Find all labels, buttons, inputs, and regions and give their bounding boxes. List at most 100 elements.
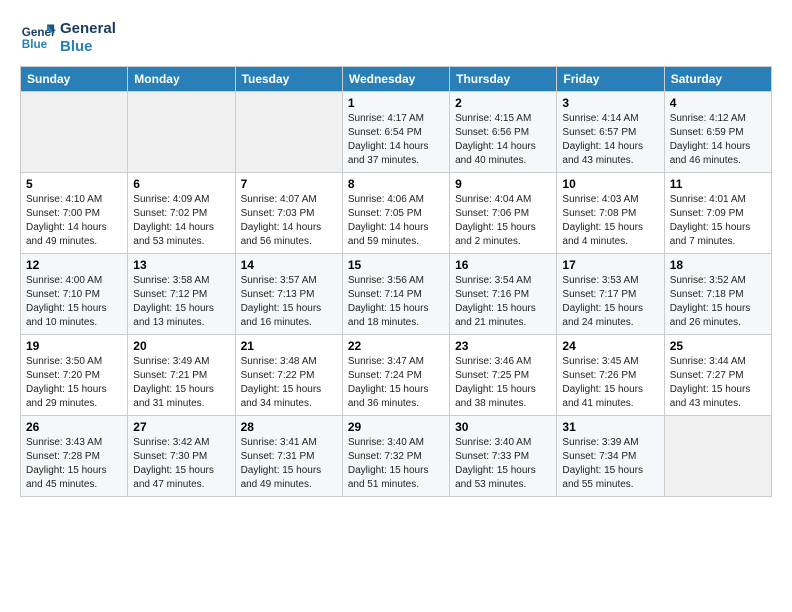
day-info: Sunrise: 3:42 AM Sunset: 7:30 PM Dayligh… xyxy=(133,436,229,492)
day-number: 24 xyxy=(562,339,658,353)
day-number: 27 xyxy=(133,420,229,434)
day-info: Sunrise: 4:03 AM Sunset: 7:08 PM Dayligh… xyxy=(562,193,658,249)
calendar-cell: 9Sunrise: 4:04 AM Sunset: 7:06 PM Daylig… xyxy=(450,173,557,254)
day-number: 8 xyxy=(348,177,444,191)
day-number: 26 xyxy=(26,420,122,434)
day-number: 25 xyxy=(670,339,766,353)
calendar-cell xyxy=(128,92,235,173)
day-number: 4 xyxy=(670,96,766,110)
day-info: Sunrise: 4:17 AM Sunset: 6:54 PM Dayligh… xyxy=(348,112,444,168)
day-info: Sunrise: 3:45 AM Sunset: 7:26 PM Dayligh… xyxy=(562,355,658,411)
day-info: Sunrise: 4:00 AM Sunset: 7:10 PM Dayligh… xyxy=(26,274,122,330)
day-info: Sunrise: 3:54 AM Sunset: 7:16 PM Dayligh… xyxy=(455,274,551,330)
day-number: 12 xyxy=(26,258,122,272)
logo-text-blue: Blue xyxy=(60,38,116,56)
day-info: Sunrise: 3:56 AM Sunset: 7:14 PM Dayligh… xyxy=(348,274,444,330)
day-number: 20 xyxy=(133,339,229,353)
day-number: 15 xyxy=(348,258,444,272)
day-number: 14 xyxy=(241,258,337,272)
day-info: Sunrise: 4:15 AM Sunset: 6:56 PM Dayligh… xyxy=(455,112,551,168)
calendar-cell: 6 Sunrise: 4:09 AM Sunset: 7:02 PM Daylig… xyxy=(128,173,235,254)
day-info: Sunrise: 4:06 AM Sunset: 7:05 PM Dayligh… xyxy=(348,193,444,249)
weekday-thursday: Thursday xyxy=(450,67,557,92)
calendar-cell: 29Sunrise: 3:40 AM Sunset: 7:32 PM Dayli… xyxy=(342,416,449,497)
day-number: 16 xyxy=(455,258,551,272)
day-number: 6 xyxy=(133,177,229,191)
day-info: Sunrise: 4:14 AM Sunset: 6:57 PM Dayligh… xyxy=(562,112,658,168)
logo-icon: General Blue xyxy=(20,20,56,56)
logo-text-general: General xyxy=(60,20,116,38)
calendar-cell: 5 Sunrise: 4:10 AM Sunset: 7:00 PM Daylig… xyxy=(21,173,128,254)
calendar-cell: 7Sunrise: 4:07 AM Sunset: 7:03 PM Daylig… xyxy=(235,173,342,254)
day-number: 22 xyxy=(348,339,444,353)
calendar-cell: 20 Sunrise: 3:49 AM Sunset: 7:21 PM Dayli… xyxy=(128,335,235,416)
day-number: 17 xyxy=(562,258,658,272)
logo: General Blue General Blue xyxy=(20,20,116,56)
day-number: 10 xyxy=(562,177,658,191)
day-info: Sunrise: 3:40 AM Sunset: 7:33 PM Dayligh… xyxy=(455,436,551,492)
day-info: Sunrise: 3:44 AM Sunset: 7:27 PM Dayligh… xyxy=(670,355,766,411)
page-header: General Blue General Blue xyxy=(20,20,772,56)
calendar-cell: 14 Sunrise: 3:57 AM Sunset: 7:13 PM Dayli… xyxy=(235,254,342,335)
calendar-cell: 21 Sunrise: 3:48 AM Sunset: 7:22 PM Dayli… xyxy=(235,335,342,416)
calendar-cell: 10 Sunrise: 4:03 AM Sunset: 7:08 PM Dayli… xyxy=(557,173,664,254)
calendar-week-2: 5 Sunrise: 4:10 AM Sunset: 7:00 PM Daylig… xyxy=(21,173,772,254)
svg-text:Blue: Blue xyxy=(22,38,48,51)
day-number: 5 xyxy=(26,177,122,191)
calendar-cell: 22 Sunrise: 3:47 AM Sunset: 7:24 PM Dayli… xyxy=(342,335,449,416)
calendar-week-1: 1 Sunrise: 4:17 AM Sunset: 6:54 PM Daylig… xyxy=(21,92,772,173)
calendar-week-3: 12 Sunrise: 4:00 AM Sunset: 7:10 PM Dayli… xyxy=(21,254,772,335)
day-info: Sunrise: 4:10 AM Sunset: 7:00 PM Dayligh… xyxy=(26,193,122,249)
calendar-cell: 28Sunrise: 3:41 AM Sunset: 7:31 PM Dayli… xyxy=(235,416,342,497)
day-info: Sunrise: 3:47 AM Sunset: 7:24 PM Dayligh… xyxy=(348,355,444,411)
day-number: 18 xyxy=(670,258,766,272)
calendar-cell: 27 Sunrise: 3:42 AM Sunset: 7:30 PM Dayli… xyxy=(128,416,235,497)
calendar-cell xyxy=(235,92,342,173)
calendar-body: 1 Sunrise: 4:17 AM Sunset: 6:54 PM Daylig… xyxy=(21,92,772,497)
day-number: 21 xyxy=(241,339,337,353)
day-number: 1 xyxy=(348,96,444,110)
day-number: 30 xyxy=(455,420,551,434)
day-number: 13 xyxy=(133,258,229,272)
day-number: 9 xyxy=(455,177,551,191)
day-info: Sunrise: 3:48 AM Sunset: 7:22 PM Dayligh… xyxy=(241,355,337,411)
day-number: 3 xyxy=(562,96,658,110)
day-info: Sunrise: 3:46 AM Sunset: 7:25 PM Dayligh… xyxy=(455,355,551,411)
day-info: Sunrise: 3:43 AM Sunset: 7:28 PM Dayligh… xyxy=(26,436,122,492)
day-number: 31 xyxy=(562,420,658,434)
calendar-cell: 23 Sunrise: 3:46 AM Sunset: 7:25 PM Dayli… xyxy=(450,335,557,416)
day-info: Sunrise: 3:57 AM Sunset: 7:13 PM Dayligh… xyxy=(241,274,337,330)
calendar-cell: 24 Sunrise: 3:45 AM Sunset: 7:26 PM Dayli… xyxy=(557,335,664,416)
day-info: Sunrise: 3:39 AM Sunset: 7:34 PM Dayligh… xyxy=(562,436,658,492)
calendar-cell: 3 Sunrise: 4:14 AM Sunset: 6:57 PM Daylig… xyxy=(557,92,664,173)
calendar-table: SundayMondayTuesdayWednesdayThursdayFrid… xyxy=(20,66,772,497)
day-info: Sunrise: 3:58 AM Sunset: 7:12 PM Dayligh… xyxy=(133,274,229,330)
day-info: Sunrise: 3:40 AM Sunset: 7:32 PM Dayligh… xyxy=(348,436,444,492)
calendar-cell: 17Sunrise: 3:53 AM Sunset: 7:17 PM Dayli… xyxy=(557,254,664,335)
calendar-cell: 15 Sunrise: 3:56 AM Sunset: 7:14 PM Dayli… xyxy=(342,254,449,335)
day-info: Sunrise: 4:09 AM Sunset: 7:02 PM Dayligh… xyxy=(133,193,229,249)
day-number: 2 xyxy=(455,96,551,110)
calendar-cell: 11Sunrise: 4:01 AM Sunset: 7:09 PM Dayli… xyxy=(664,173,771,254)
weekday-tuesday: Tuesday xyxy=(235,67,342,92)
day-number: 19 xyxy=(26,339,122,353)
calendar-cell: 19Sunrise: 3:50 AM Sunset: 7:20 PM Dayli… xyxy=(21,335,128,416)
calendar-week-4: 19Sunrise: 3:50 AM Sunset: 7:20 PM Dayli… xyxy=(21,335,772,416)
calendar-cell: 31 Sunrise: 3:39 AM Sunset: 7:34 PM Dayli… xyxy=(557,416,664,497)
day-number: 23 xyxy=(455,339,551,353)
weekday-friday: Friday xyxy=(557,67,664,92)
weekday-sunday: Sunday xyxy=(21,67,128,92)
weekday-header-row: SundayMondayTuesdayWednesdayThursdayFrid… xyxy=(21,67,772,92)
calendar-cell: 1 Sunrise: 4:17 AM Sunset: 6:54 PM Daylig… xyxy=(342,92,449,173)
calendar-cell: 18 Sunrise: 3:52 AM Sunset: 7:18 PM Dayli… xyxy=(664,254,771,335)
calendar-cell xyxy=(21,92,128,173)
day-info: Sunrise: 3:49 AM Sunset: 7:21 PM Dayligh… xyxy=(133,355,229,411)
calendar-cell: 26 Sunrise: 3:43 AM Sunset: 7:28 PM Dayli… xyxy=(21,416,128,497)
weekday-monday: Monday xyxy=(128,67,235,92)
calendar-week-5: 26 Sunrise: 3:43 AM Sunset: 7:28 PM Dayli… xyxy=(21,416,772,497)
weekday-saturday: Saturday xyxy=(664,67,771,92)
calendar-cell: 13 Sunrise: 3:58 AM Sunset: 7:12 PM Dayli… xyxy=(128,254,235,335)
calendar-cell: 30 Sunrise: 3:40 AM Sunset: 7:33 PM Dayli… xyxy=(450,416,557,497)
day-info: Sunrise: 3:52 AM Sunset: 7:18 PM Dayligh… xyxy=(670,274,766,330)
day-info: Sunrise: 4:12 AM Sunset: 6:59 PM Dayligh… xyxy=(670,112,766,168)
